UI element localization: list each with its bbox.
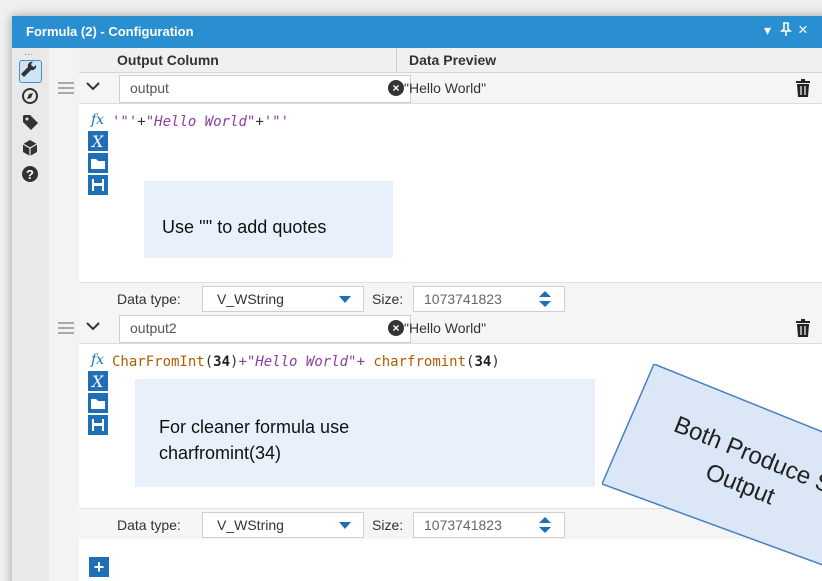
token-number-2: 34 [474,354,492,370]
svg-text:X: X [90,132,104,151]
spinner-icon[interactable] [538,290,552,308]
trash-icon[interactable] [794,78,812,98]
fx-icon[interactable]: fx [88,349,108,369]
token-function-2: charfromint [373,354,467,370]
add-formula-button[interactable]: + [89,557,109,577]
svg-text:fx: fx [90,112,104,128]
token-plus-2: + [356,354,374,370]
spinner-icon[interactable] [538,516,552,534]
folder-icon[interactable] [88,153,108,173]
fx-icon[interactable]: fx [88,109,108,129]
note-text-1: Use '"' to add quotes [162,217,327,237]
size-label: Size: [372,291,404,307]
size-field[interactable]: 1073741823 [413,512,565,538]
column-header: Output Column Data Preview [79,48,822,73]
token-function-1: CharFromInt [112,354,205,370]
clear-icon[interactable]: × [388,80,404,96]
variables-icon[interactable]: X [88,371,108,391]
token-string-1: "Hello World" [246,354,357,370]
drag-handle-icon[interactable] [58,82,74,94]
token-plus-1: + [137,114,146,130]
formula-icon-column-1: fx X [88,109,110,197]
variables-icon[interactable]: X [88,131,108,151]
drag-handle-icon[interactable] [58,322,74,334]
output-name-field[interactable]: output × [119,75,411,103]
output-name-value[interactable]: output [130,80,169,96]
token-quote-1: '"' [112,114,138,130]
output2-name-field[interactable]: output2 × [119,315,411,343]
data-preview-header: Data Preview [409,52,497,68]
svg-text:X: X [90,372,104,391]
data-type-label: Data type: [117,291,181,307]
note-box-2: For cleaner formula use charfromint(34) [135,379,595,487]
data-type-value: V_WString [217,291,284,307]
formula-icon-column-2: fx X [88,349,110,437]
token-open-1: ( [204,354,214,370]
svg-text:?: ? [26,167,34,182]
output2-name-value[interactable]: output2 [130,320,177,336]
trash-icon[interactable] [794,318,812,338]
formula-expression-2[interactable]: CharFromInt(34) +"Hello World"+ charfromi… [112,354,500,370]
window-title: Formula (2) - Configuration [26,24,194,39]
note-box-1: Use '"' to add quotes [144,181,393,258]
title-bar: Formula (2) - Configuration ▾ × [12,16,822,48]
size-value[interactable]: 1073741823 [424,291,502,307]
data-type-value: V_WString [217,517,284,533]
token-close-2: ) [491,354,500,370]
close-icon[interactable]: × [798,20,808,40]
help-icon[interactable]: ? [20,164,40,184]
data-type-label: Data type: [117,517,181,533]
data-type-select[interactable]: V_WString [202,512,364,538]
data-type-bar-1: Data type: V_WString Size: 1073741823 [79,282,822,313]
note-text-2-line-2: charfromint(34) [159,443,282,463]
size-field[interactable]: 1073741823 [413,286,565,312]
callout-annotation: Both Produce Same Output [602,364,822,566]
wrench-icon[interactable] [19,60,42,83]
dropdown-arrow-icon [339,522,351,529]
size-label: Size: [372,517,404,533]
token-plus-2: + [255,114,264,130]
header-separator [396,48,397,72]
stage: Formula (2) - Configuration ▾ × ... ? Ou… [0,0,822,581]
chevron-down-icon[interactable] [86,78,100,94]
sidebar-dots: ... [24,46,34,58]
token-number-1: 34 [213,354,231,370]
pin-icon-svg [780,22,792,36]
dropdown-control-icon[interactable]: ▾ [764,22,771,39]
chevron-down-icon[interactable] [86,318,100,334]
compass-icon[interactable] [20,86,40,106]
cube-icon[interactable] [20,138,40,158]
token-quote-2: '"' [263,114,290,130]
token-string-1: "Hello World" [145,114,256,130]
formula-expression-1[interactable]: '"'+"Hello World"+'"' [112,114,289,130]
size-value[interactable]: 1073741823 [424,517,502,533]
token-plus-1: + [238,354,247,370]
dropdown-arrow-icon [339,296,351,303]
pin-icon[interactable] [780,22,792,39]
data-preview-value: "Hello World" [404,80,487,96]
save-icon[interactable] [88,415,108,435]
output-column-header: Output Column [117,52,219,68]
data-type-select[interactable]: V_WString [202,286,364,312]
data-preview-value: "Hello World" [404,320,487,336]
save-icon[interactable] [88,175,108,195]
tool-sidebar: ... ? [12,46,50,581]
row-gutter [49,48,79,581]
folder-icon[interactable] [88,393,108,413]
note-text-2-line-1: For cleaner formula use [159,417,350,437]
tag-icon[interactable] [20,112,40,132]
svg-text:fx: fx [90,352,104,368]
clear-icon[interactable]: × [388,320,404,336]
